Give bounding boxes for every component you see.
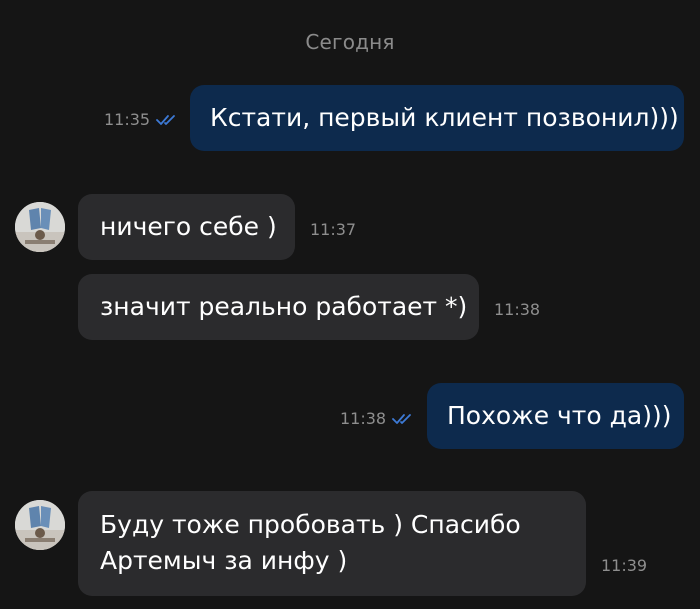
message-time: 11:39	[601, 556, 648, 575]
date-separator: Сегодня	[305, 30, 395, 54]
message-time: 11:38	[494, 300, 541, 319]
message-text: Кстати, первый клиент позвонил)))	[210, 103, 679, 132]
message-bubble-incoming[interactable]: Буду тоже пробовать ) Спасибо Артемыч за…	[78, 491, 586, 596]
message-text: Похоже что да)))	[447, 401, 672, 430]
message-text-line: Буду тоже пробовать ) Спасибо	[100, 510, 521, 539]
message-meta: 11:37	[310, 220, 356, 239]
message-text-line: Артемыч за инфу )	[100, 546, 348, 575]
message-meta: 11:35	[104, 110, 180, 129]
message-text: ничего себе )	[100, 212, 277, 241]
avatar[interactable]	[15, 500, 65, 550]
message-bubble-incoming[interactable]: значит реально работает *)	[78, 274, 479, 340]
message-bubble-outgoing[interactable]: Похоже что да)))	[427, 383, 684, 449]
message-text: значит реально работает *)	[100, 292, 468, 321]
message-meta: 11:39	[601, 556, 647, 575]
message-meta: 11:38	[494, 300, 540, 319]
message-time: 11:38	[340, 409, 387, 428]
double-check-icon	[156, 113, 180, 127]
avatar[interactable]	[15, 202, 65, 252]
message-time: 11:35	[104, 110, 151, 129]
message-bubble-incoming[interactable]: ничего себе )	[78, 194, 295, 260]
message-meta: 11:38	[340, 409, 416, 428]
message-time: 11:37	[310, 220, 357, 239]
message-bubble-outgoing[interactable]: Кстати, первый клиент позвонил)))	[190, 85, 684, 151]
double-check-icon	[392, 412, 416, 426]
